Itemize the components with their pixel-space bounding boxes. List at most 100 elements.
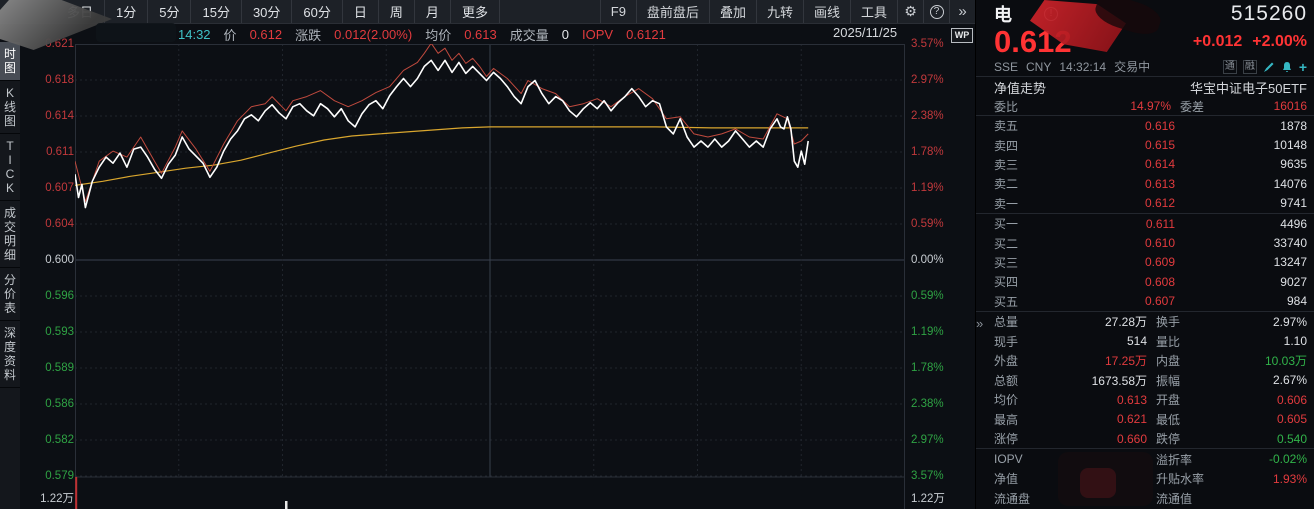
stat-label: 均价 [994,391,1040,408]
ask-volume: 1878 [1175,119,1307,133]
pct-axis-tick: 1.78% [911,144,969,160]
toolbar-action-1[interactable]: F9 [600,0,636,23]
ask-row[interactable]: 卖五0.6161878 [976,116,1314,135]
pct-axis-tick: 0.59% [911,216,969,232]
bid-volume: 984 [1175,294,1307,308]
stat-value: 2.67% [1215,373,1307,387]
ask-label: 卖四 [994,137,1040,154]
bell-alert-icon[interactable] [1281,61,1293,73]
period-tab-4[interactable]: 15分 [191,0,241,23]
ask-row[interactable]: 卖二0.61314076 [976,174,1314,193]
toolbar-action-3[interactable]: 叠加 [709,0,756,23]
change-value: 0.012(2.00%) [334,27,412,42]
pct-axis-tick: 0.59% [911,288,969,304]
stat-label: 升贴水率 [1147,470,1215,487]
period-tab-7[interactable]: 日 [343,0,379,23]
price-axis-tick: 0.596 [0,288,74,304]
weicha-value: 16016 [1233,99,1307,113]
avg_price-line [75,127,808,185]
price-axis-tick: 0.611 [0,144,74,160]
ask-label: 卖三 [994,156,1040,173]
trade-date: 2025/11/25 [833,25,897,40]
price-axis-tick: 0.579 [0,468,74,484]
period-tab-6[interactable]: 60分 [292,0,342,23]
rong-badge: 融 [1243,60,1257,74]
toolbar-action-2[interactable]: 盘前盘后 [636,0,709,23]
volume-label: 成交量 [510,25,549,44]
stat-label: 溢折率 [1147,451,1215,468]
avg-value: 0.613 [464,27,497,42]
bid-volume: 4496 [1175,217,1307,231]
add-watchlist-icon[interactable]: + [1299,61,1307,73]
pct-axis-tick: 2.97% [911,432,969,448]
ask-row[interactable]: 卖四0.61510148 [976,135,1314,154]
bid-row[interactable]: 买三0.60913247 [976,253,1314,272]
panel-collapse-chevron-icon[interactable]: » [976,316,983,331]
pencil-edit-icon[interactable] [1263,61,1275,73]
stat-label: IOPV [994,452,1040,466]
bid-volume: 13247 [1175,255,1307,269]
bid-volume: 9027 [1175,275,1307,289]
period-tab-2[interactable]: 1分 [105,0,148,23]
price-axis-tick: 0.604 [0,216,74,232]
stat-value: 0.540 [1215,432,1307,446]
ask-volume: 9741 [1175,196,1307,210]
bid-price: 0.608 [1040,275,1175,289]
price-axis-tick: 0.586 [0,396,74,412]
ask-label: 卖二 [994,175,1040,192]
bid-label: 买五 [994,293,1040,310]
currency-label: CNY [1026,60,1051,74]
weibi-value: 14.97% [1064,99,1171,113]
toolbar-more-chevron-icon[interactable]: » [949,0,975,23]
price-axis-tick: 0.600 [0,252,74,268]
settings-gear-icon[interactable]: ⚙ [897,0,923,23]
bid-row[interactable]: 买二0.61033740 [976,233,1314,252]
bid-volume: 33740 [1175,236,1307,250]
pct-axis-tick: 1.78% [911,360,969,376]
cursor-time: 14:32 [178,27,211,42]
bid-row[interactable]: 买一0.6114496 [976,214,1314,233]
price-value: 0.612 [250,27,283,42]
stat-value: 10.03万 [1215,352,1307,369]
pct-axis-tick: 2.38% [911,396,969,412]
period-tab-9[interactable]: 月 [415,0,451,23]
info-icon[interactable]: ! [1044,7,1058,21]
stat-row: 流通盘流通值 [976,488,1314,508]
stat-value: 27.28万 [1040,313,1147,330]
stat-value: 1.10 [1215,334,1307,348]
help-icon[interactable]: ? [923,0,949,23]
stat-label: 流通值 [1147,490,1215,507]
period-tab-1[interactable]: 多日 [56,0,105,23]
toolbar-action-4[interactable]: 九转 [756,0,803,23]
avg-label: 均价 [425,25,451,44]
iopv-value: 0.6121 [626,27,666,42]
bid-row[interactable]: 买五0.607984 [976,292,1314,311]
stat-label: 内盘 [1147,352,1215,369]
stat-value: -0.02% [1215,452,1307,466]
period-tab-10[interactable]: 更多 [451,0,500,23]
iopv-label: IOPV [582,27,613,42]
period-tab-3[interactable]: 5分 [148,0,191,23]
ask-row[interactable]: 卖一0.6129741 [976,194,1314,213]
stat-row: 净值升贴水率1.93% [976,469,1314,489]
bid-row[interactable]: 买四0.6089027 [976,272,1314,291]
toolbar-actions: F9盘前盘后叠加九转画线工具 [600,0,897,23]
stat-label: 最低 [1147,411,1215,428]
stat-label: 总额 [994,372,1040,389]
fund-full-name[interactable]: 华宝中证电子50ETF [1190,78,1307,97]
period-tab-8[interactable]: 周 [379,0,415,23]
ask-row[interactable]: 卖三0.6149635 [976,155,1314,174]
price-label: 价 [224,25,237,44]
toolbar-action-5[interactable]: 画线 [803,0,850,23]
nav-trend-link[interactable]: 净值走势 [994,78,1046,97]
stat-row: 现手514量比1.10 [976,331,1314,351]
pct-axis-tick: 0.00% [911,252,969,268]
period-tab-5[interactable]: 30分 [242,0,292,23]
bid-price: 0.609 [1040,255,1175,269]
price-change-pct: +2.00% [1252,33,1307,51]
intraday-chart[interactable] [75,44,905,509]
ask-volume: 9635 [1175,157,1307,171]
stat-row: 涨停0.660跌停0.540 [976,429,1314,449]
stat-label: 外盘 [994,352,1040,369]
toolbar-action-6[interactable]: 工具 [850,0,897,23]
